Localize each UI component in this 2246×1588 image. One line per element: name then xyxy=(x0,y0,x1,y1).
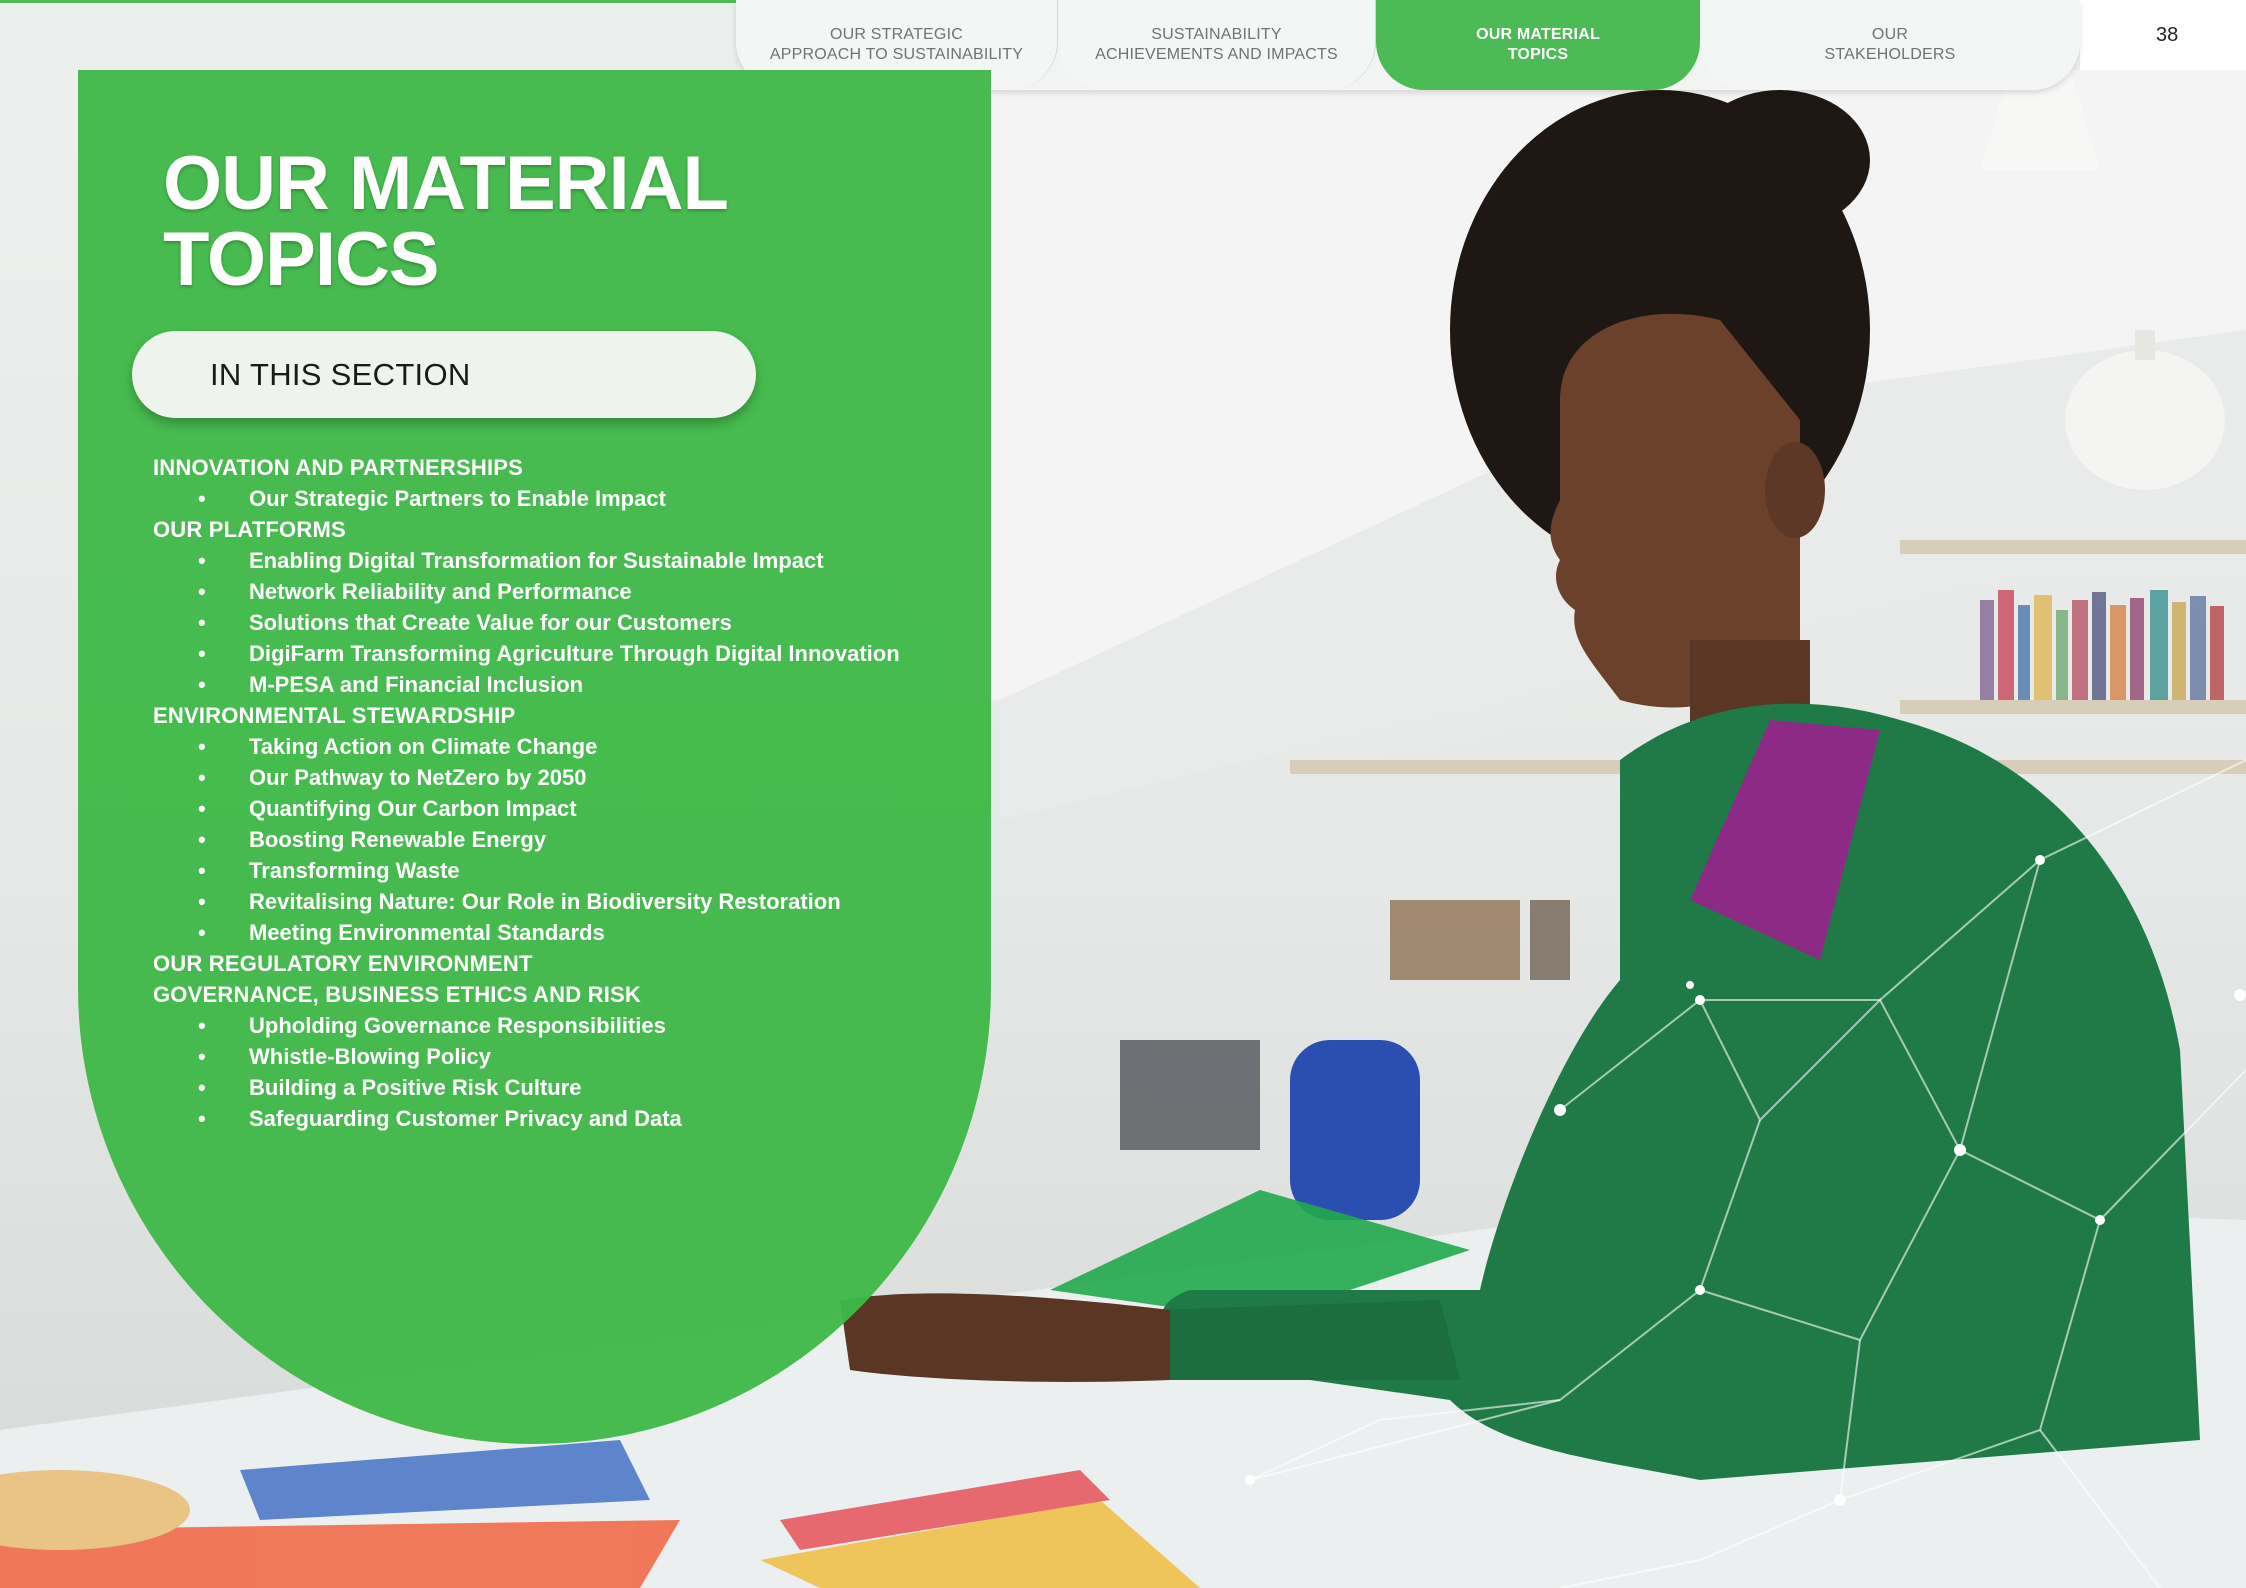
toc-item[interactable]: Boosting Renewable Energy xyxy=(153,824,973,855)
page-title: OUR MATERIAL TOPICS xyxy=(163,141,729,302)
toc-item[interactable]: Taking Action on Climate Change xyxy=(153,731,973,762)
toc-item[interactable]: Our Strategic Partners to Enable Impact xyxy=(153,483,973,514)
table-of-contents: INNOVATION AND PARTNERSHIPS Our Strategi… xyxy=(153,452,973,1134)
tab-sustainability-achievements[interactable]: SUSTAINABILITY ACHIEVEMENTS AND IMPACTS xyxy=(1058,0,1376,90)
toc-item[interactable]: Safeguarding Customer Privacy and Data xyxy=(153,1103,973,1134)
toc-heading[interactable]: ENVIRONMENTAL STEWARDSHIP xyxy=(153,700,973,731)
toc-heading[interactable]: OUR REGULATORY ENVIRONMENT xyxy=(153,948,973,979)
toc-item[interactable]: Quantifying Our Carbon Impact xyxy=(153,793,973,824)
page-number: 38 xyxy=(2156,24,2179,46)
tab-label: OUR MATERIAL TOPICS xyxy=(1476,26,1600,63)
header-bar-left xyxy=(0,0,760,73)
section-label: IN THIS SECTION xyxy=(210,356,471,392)
toc-item[interactable]: Our Pathway to NetZero by 2050 xyxy=(153,762,973,793)
toc-heading[interactable]: GOVERNANCE, BUSINESS ETHICS AND RISK xyxy=(153,979,973,1010)
tab-material-topics[interactable]: OUR MATERIAL TOPICS xyxy=(1376,0,1700,90)
toc-heading[interactable]: INNOVATION AND PARTNERSHIPS xyxy=(153,452,973,483)
toc-item[interactable]: Transforming Waste xyxy=(153,855,973,886)
toc-item[interactable]: Building a Positive Risk Culture xyxy=(153,1072,973,1103)
tab-stakeholders[interactable]: OUR STAKEHOLDERS xyxy=(1700,0,2080,90)
in-this-section-pill: IN THIS SECTION xyxy=(132,331,756,418)
toc-item[interactable]: Upholding Governance Responsibilities xyxy=(153,1010,973,1041)
toc-item[interactable]: Network Reliability and Performance xyxy=(153,576,973,607)
toc-item[interactable]: Meeting Environmental Standards xyxy=(153,917,973,948)
toc-item[interactable]: Revitalising Nature: Our Role in Biodive… xyxy=(153,886,973,917)
toc-heading[interactable]: OUR PLATFORMS xyxy=(153,514,973,545)
toc-item[interactable]: Whistle-Blowing Policy xyxy=(153,1041,973,1072)
toc-item[interactable]: Solutions that Create Value for our Cust… xyxy=(153,607,973,638)
toc-item[interactable]: Enabling Digital Transformation for Sust… xyxy=(153,545,973,576)
tab-label: SUSTAINABILITY ACHIEVEMENTS AND IMPACTS xyxy=(1095,26,1338,63)
toc-item[interactable]: M-PESA and Financial Inclusion xyxy=(153,669,973,700)
tab-label: OUR STRATEGIC APPROACH TO SUSTAINABILITY xyxy=(769,26,1024,63)
toc-item[interactable]: DigiFarm Transforming Agriculture Throug… xyxy=(153,638,973,669)
tab-label: OUR STAKEHOLDERS xyxy=(1824,26,1956,63)
